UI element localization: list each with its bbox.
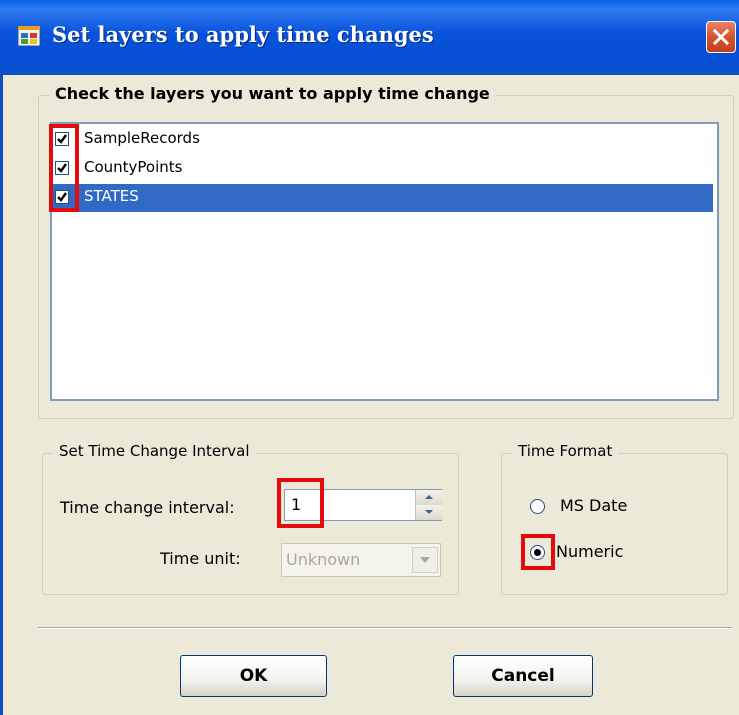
highlight-box-numeric-radio bbox=[521, 534, 555, 570]
layer-label: STATES bbox=[84, 187, 139, 205]
radio-ms-date-label[interactable]: MS Date bbox=[560, 496, 627, 515]
layers-groupbox: Check the layers you want to apply time … bbox=[38, 84, 734, 419]
title-bar[interactable]: Set layers to apply time changes bbox=[0, 0, 739, 75]
highlight-box-checkboxes bbox=[49, 124, 79, 212]
window-title: Set layers to apply time changes bbox=[52, 22, 434, 47]
window-left-border bbox=[0, 75, 3, 715]
close-button[interactable] bbox=[706, 21, 736, 53]
chevron-down-icon bbox=[420, 557, 430, 563]
arrow-down-icon bbox=[425, 510, 433, 514]
layer-item-countypoints[interactable]: CountyPoints bbox=[52, 155, 713, 183]
time-unit-dropdown: Unknown bbox=[281, 543, 441, 577]
time-unit-dropdown-button bbox=[412, 547, 438, 573]
interval-group-legend: Set Time Change Interval bbox=[53, 442, 256, 460]
layer-item-states[interactable]: STATES bbox=[52, 184, 713, 212]
time-change-interval-label: Time change interval: bbox=[60, 498, 235, 517]
footer-separator bbox=[38, 627, 732, 629]
highlight-box-interval bbox=[277, 478, 324, 528]
spin-up-button[interactable] bbox=[415, 490, 442, 505]
radio-numeric-label[interactable]: Numeric bbox=[556, 542, 623, 561]
cancel-button[interactable]: Cancel bbox=[453, 655, 593, 697]
close-icon bbox=[712, 28, 730, 46]
time-format-groupbox: Time Format bbox=[501, 442, 728, 595]
layers-checked-list[interactable]: SampleRecords CountyPoints STATES bbox=[50, 122, 719, 401]
arrow-up-icon bbox=[425, 495, 433, 499]
time-unit-value: Unknown bbox=[286, 550, 361, 569]
app-icon bbox=[18, 26, 40, 46]
dialog-window: Set layers to apply time changes Check t… bbox=[0, 0, 739, 715]
layers-group-legend: Check the layers you want to apply time … bbox=[49, 84, 496, 103]
time-format-legend: Time Format bbox=[512, 442, 619, 460]
layer-label: CountyPoints bbox=[84, 158, 183, 176]
ok-button[interactable]: OK bbox=[180, 655, 327, 697]
layer-item-samplerecords[interactable]: SampleRecords bbox=[52, 126, 713, 154]
layer-label: SampleRecords bbox=[84, 129, 200, 147]
time-unit-label: Time unit: bbox=[160, 549, 241, 568]
radio-ms-date[interactable] bbox=[530, 499, 545, 514]
spin-down-button[interactable] bbox=[415, 505, 442, 520]
